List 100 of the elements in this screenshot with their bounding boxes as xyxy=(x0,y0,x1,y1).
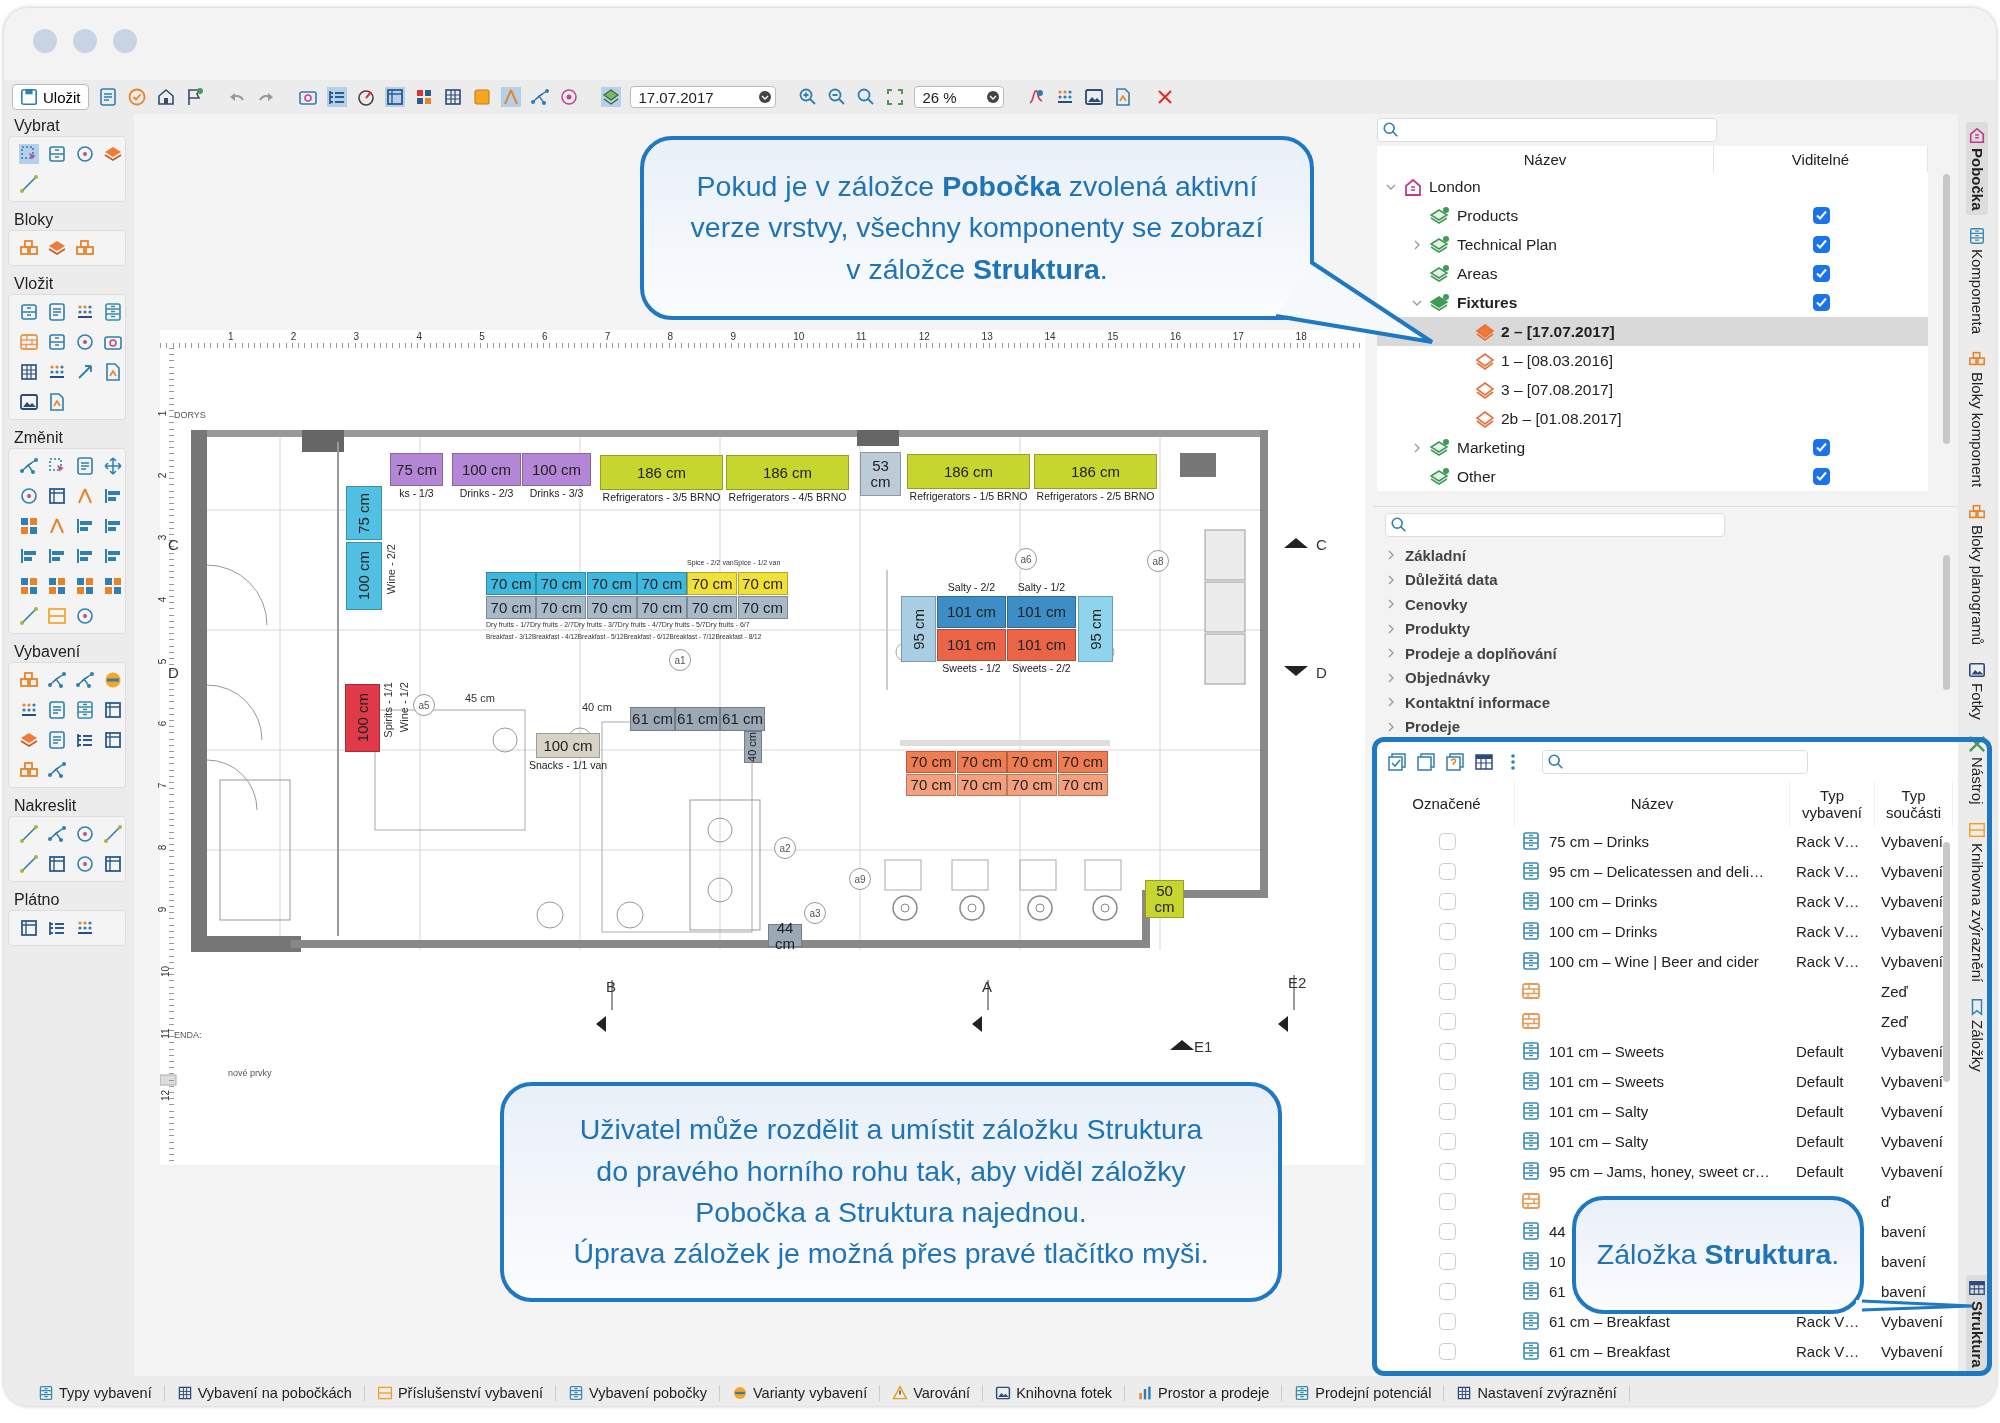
document-icon[interactable] xyxy=(47,730,67,750)
copy-icon[interactable] xyxy=(1416,752,1436,772)
tiles-icon[interactable] xyxy=(19,576,39,596)
checkbox[interactable] xyxy=(1438,982,1456,1000)
checkbox[interactable] xyxy=(1438,892,1456,910)
line-icon[interactable] xyxy=(19,606,39,626)
search-field[interactable] xyxy=(1542,750,1808,774)
document-icon[interactable] xyxy=(47,302,67,322)
fixture[interactable]: 70 cm xyxy=(486,596,536,619)
bottom-tab[interactable]: Prodejní potenciál xyxy=(1282,1385,1445,1401)
fixture[interactable]: 70 cm xyxy=(1057,751,1108,773)
square-icon[interactable] xyxy=(471,87,492,107)
bottom-tab[interactable]: Varianty vybavení xyxy=(720,1385,881,1401)
checkbox[interactable] xyxy=(1812,439,1830,456)
fit-icon[interactable] xyxy=(884,87,905,107)
checkbox[interactable] xyxy=(1438,862,1456,880)
fixture[interactable]: 70 cm xyxy=(687,572,738,595)
bottom-tab[interactable]: Příslušenství vybavení xyxy=(364,1385,556,1401)
file-icon[interactable] xyxy=(103,362,123,382)
checkbox[interactable] xyxy=(1812,468,1830,485)
tree-row[interactable]: 2b – [01.08.2017] xyxy=(1377,404,1928,433)
fixture[interactable]: 100 cm xyxy=(522,453,591,486)
blocks-icon[interactable] xyxy=(19,760,39,780)
panel-icon[interactable] xyxy=(47,144,67,164)
align-icon[interactable] xyxy=(103,516,123,536)
align-icon[interactable] xyxy=(75,546,95,566)
house-icon[interactable] xyxy=(155,87,176,107)
tree-item-label[interactable]: 1 – [08.03.2016] xyxy=(1501,351,1614,370)
fixture[interactable]: 101 cm xyxy=(937,596,1006,628)
fixture[interactable]: 44 cm xyxy=(768,924,802,947)
checkbox[interactable] xyxy=(1438,1042,1456,1060)
fixture[interactable]: 186 cm xyxy=(1034,454,1157,489)
align-icon[interactable] xyxy=(103,546,123,566)
side-tab[interactable]: Pobočka xyxy=(1966,122,1988,215)
property-group[interactable]: Důležitá data xyxy=(1405,571,1498,589)
cabinet-icon[interactable] xyxy=(75,700,95,720)
column-header[interactable]: Označené xyxy=(1379,782,1515,826)
side-tab[interactable]: Komponenta xyxy=(1966,222,1988,338)
zoom-out-icon[interactable] xyxy=(826,87,847,107)
fixture[interactable]: 70 cm xyxy=(1007,751,1057,773)
checkbox[interactable] xyxy=(1438,1162,1456,1180)
tree-row[interactable]: 2 – [17.07.2017] xyxy=(1377,317,1928,346)
checkbox[interactable] xyxy=(1812,207,1830,224)
checkbox[interactable] xyxy=(1438,1132,1456,1150)
blocks-icon[interactable] xyxy=(75,238,95,258)
fixture[interactable]: 53 cm xyxy=(860,452,901,496)
frame-icon[interactable] xyxy=(103,730,123,750)
fixture[interactable]: 61 cm xyxy=(675,707,720,731)
fixture[interactable]: 70 cm xyxy=(687,596,738,619)
fixture[interactable]: 61 cm xyxy=(630,707,675,731)
bottom-tab[interactable]: Varování xyxy=(880,1385,984,1401)
checkbox[interactable] xyxy=(1438,1222,1456,1240)
side-tab[interactable]: Fotky xyxy=(1966,656,1988,724)
variants-icon[interactable] xyxy=(103,670,123,690)
tree-row[interactable]: 1 – [08.03.2016] xyxy=(1377,346,1928,375)
fixture[interactable]: 70 cm xyxy=(737,572,788,595)
circle-icon[interactable] xyxy=(75,332,95,352)
caret-icon[interactable] xyxy=(758,91,771,103)
frame-icon[interactable] xyxy=(103,700,123,720)
scrollbar[interactable] xyxy=(1943,842,1950,1082)
list-icon[interactable] xyxy=(326,87,347,107)
fixture[interactable]: 61 cm xyxy=(720,707,765,731)
image-icon[interactable] xyxy=(1083,87,1104,107)
bottom-tab[interactable]: Typy vybavení xyxy=(26,1385,165,1401)
fixture[interactable]: 70 cm xyxy=(1057,774,1108,796)
panel-icon[interactable] xyxy=(19,302,39,322)
fixture[interactable]: 186 cm xyxy=(907,454,1030,489)
frame-icon[interactable] xyxy=(47,486,67,506)
checkbox[interactable] xyxy=(1438,1012,1456,1030)
caret-icon[interactable] xyxy=(986,91,999,103)
bottom-tab[interactable]: Knihovna fotek xyxy=(983,1385,1126,1401)
date-dropdown[interactable]: 17.07.2017 xyxy=(629,86,776,108)
triangle-icon[interactable] xyxy=(75,486,95,506)
selection-icon[interactable] xyxy=(19,144,39,164)
fixture[interactable]: 50 cm xyxy=(1145,880,1184,918)
checkbox[interactable] xyxy=(1438,1312,1456,1330)
grid-icon[interactable] xyxy=(19,362,39,382)
checkbox[interactable] xyxy=(1438,922,1456,940)
column-header[interactable]: Typ vybavení xyxy=(1790,782,1875,826)
tree-item-label[interactable]: 3 – [07.08.2017] xyxy=(1501,380,1614,399)
fixture[interactable]: 95 cm xyxy=(901,596,936,662)
checked-square-icon[interactable] xyxy=(1387,752,1407,772)
tree-item-label[interactable]: 2b – [01.08.2017] xyxy=(1501,409,1622,428)
property-group[interactable]: Objednávky xyxy=(1405,669,1491,687)
fixture[interactable]: 100 cm xyxy=(452,453,521,486)
search-icon[interactable] xyxy=(855,87,876,107)
nodes-icon[interactable] xyxy=(47,670,67,690)
frame-icon[interactable] xyxy=(103,854,123,874)
side-tab[interactable]: Záložky xyxy=(1966,994,1988,1076)
tree-item-label[interactable]: 2 – [17.07.2017] xyxy=(1501,322,1615,341)
fixture[interactable]: 100 cm xyxy=(536,733,600,758)
checkbox[interactable] xyxy=(1438,1342,1456,1360)
fixture[interactable]: 70 cm xyxy=(636,572,687,595)
line-icon[interactable] xyxy=(19,174,39,194)
document-icon[interactable] xyxy=(75,456,95,476)
fixture[interactable]: 70 cm xyxy=(906,774,956,796)
fixture[interactable]: 101 cm xyxy=(1007,596,1076,628)
fixture[interactable]: 186 cm xyxy=(600,455,723,490)
nodes-icon[interactable] xyxy=(47,760,67,780)
side-tab[interactable]: Struktura xyxy=(1966,1275,1988,1372)
